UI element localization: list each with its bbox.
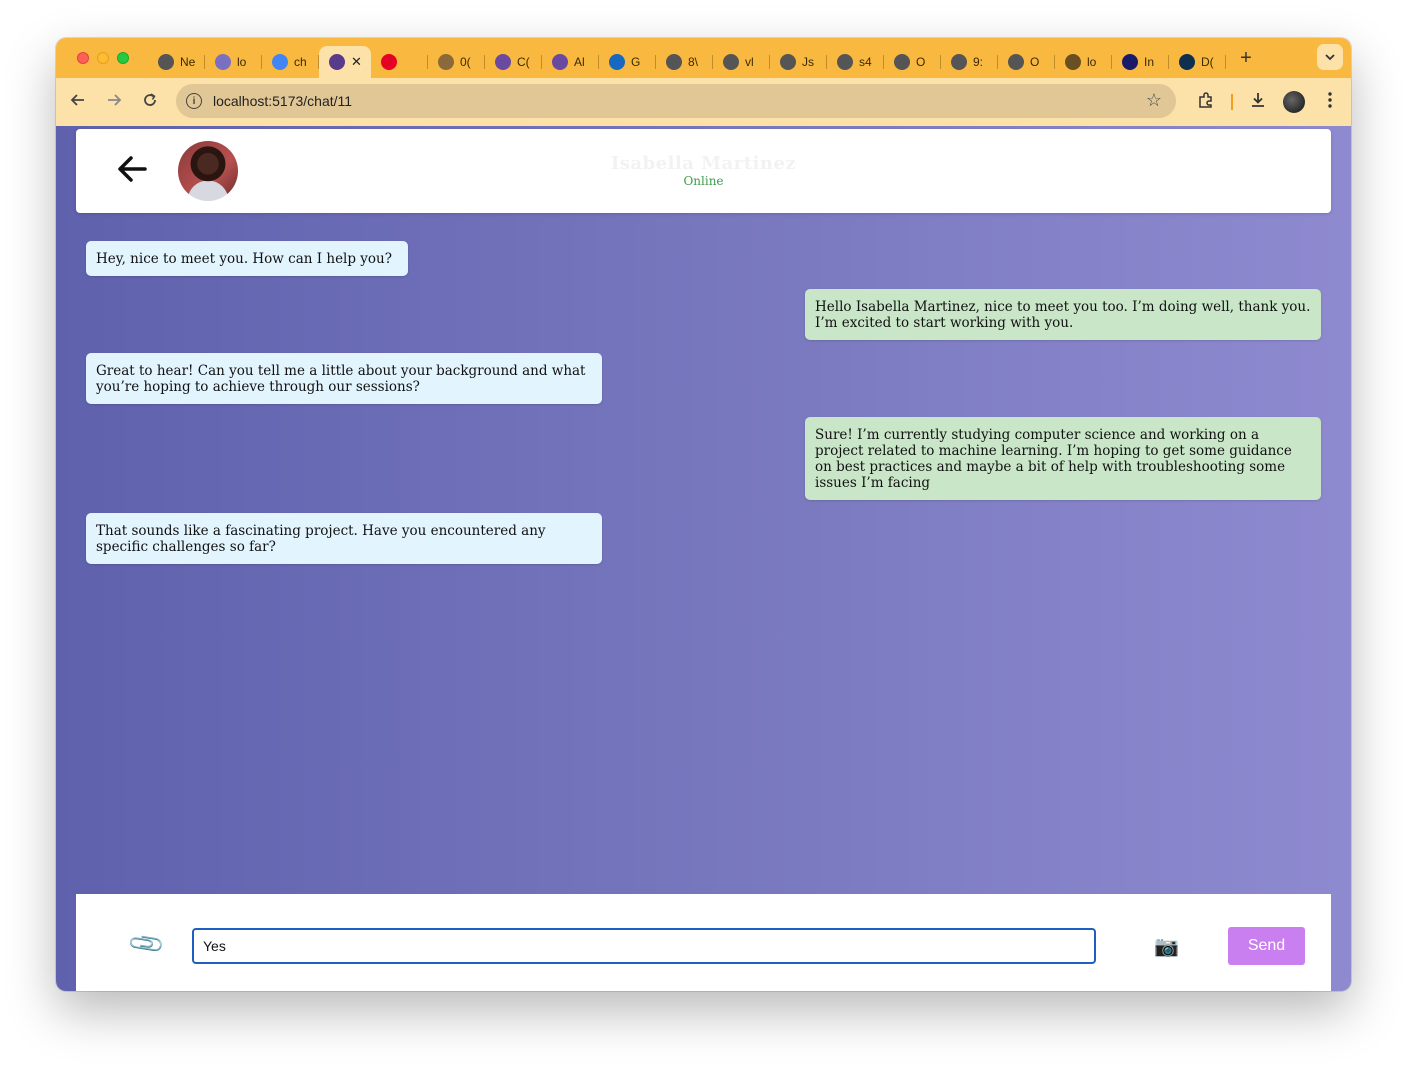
tab-title: lo	[1087, 55, 1097, 69]
browser-tab[interactable]: ✕	[319, 46, 371, 78]
google-icon	[272, 54, 288, 70]
profile-avatar[interactable]	[1283, 91, 1305, 113]
globe-icon	[951, 54, 967, 70]
target-icon	[1065, 54, 1081, 70]
browser-tab[interactable]: lo	[1055, 46, 1112, 78]
downloads-icon[interactable]	[1247, 91, 1269, 114]
tab-title: Ne	[180, 55, 196, 69]
globe-icon	[723, 54, 739, 70]
maximize-window-button[interactable]	[117, 52, 129, 64]
bookmark-star-icon[interactable]: ☆	[1146, 90, 1162, 111]
tab-title: Js	[802, 55, 814, 69]
back-button[interactable]	[60, 92, 96, 113]
browser-tab[interactable]: O	[884, 46, 941, 78]
loading-icon	[438, 54, 454, 70]
tab-title: G	[631, 55, 641, 69]
browser-tab[interactable]: In	[1112, 46, 1169, 78]
outgoing-message: Sure! I’m currently studying computer sc…	[805, 417, 1321, 500]
browser-window: Ne lo ch ✕ 0( C( Al G 8\ vl Js s4 O 9: Olo In D( + i loc…	[56, 38, 1351, 991]
tab-title: In	[1144, 55, 1155, 69]
tab-title: vl	[745, 55, 754, 69]
tab-title: ch	[294, 55, 307, 69]
tab-title: Al	[574, 55, 585, 69]
send-button[interactable]: Send	[1228, 927, 1305, 965]
arrow-left-icon	[70, 93, 84, 106]
d-icon	[1179, 54, 1195, 70]
browser-tab[interactable]: O	[998, 46, 1055, 78]
globe-icon	[894, 54, 910, 70]
message-composer: 📎 📷 Send	[76, 894, 1331, 991]
browser-tab[interactable]: vl	[713, 46, 770, 78]
contact-status: Online	[683, 174, 724, 188]
browser-tab[interactable]: Js	[770, 46, 827, 78]
url-text: localhost:5173/chat/11	[213, 93, 353, 109]
browser-tab[interactable]: Ne	[148, 46, 205, 78]
browser-toolbar: i localhost:5173/chat/11 ☆	[56, 78, 1351, 126]
tab-strip: Ne lo ch ✕ 0( C( Al G 8\ vl Js s4 O 9: Olo In D( +	[56, 38, 1351, 78]
tab-title: D(	[1201, 55, 1214, 69]
outgoing-message: Hello Isabella Martinez, nice to meet yo…	[805, 289, 1321, 340]
menu-kebab-icon[interactable]	[1319, 91, 1341, 114]
browser-tab[interactable]: lo	[205, 46, 262, 78]
vuetify-icon	[609, 54, 625, 70]
site-info-icon[interactable]: i	[186, 93, 202, 109]
incoming-message: That sounds like a fascinating project. …	[86, 513, 602, 564]
browser-tab[interactable]: C(	[485, 46, 542, 78]
camera-icon[interactable]: 📷	[1154, 934, 1179, 959]
new-tab-button[interactable]: +	[1234, 47, 1258, 70]
tab-title: 9:	[973, 55, 984, 69]
globe-icon	[837, 54, 853, 70]
window-controls	[56, 52, 148, 64]
tab-list: Ne lo ch ✕ 0( C( Al G 8\ vl Js s4 O 9: Olo In D(	[148, 38, 1226, 78]
browser-tab[interactable]: 9:	[941, 46, 998, 78]
close-tab-icon[interactable]: ✕	[351, 54, 362, 70]
browser-tab[interactable]: D(	[1169, 46, 1226, 78]
browser-tab[interactable]: s4	[827, 46, 884, 78]
browser-tab[interactable]	[371, 46, 428, 78]
toolbar-separator	[1231, 94, 1233, 110]
contact-name: Isabella Martinez	[610, 153, 797, 174]
chevron-down-icon	[1325, 54, 1335, 61]
tab-title: s4	[859, 55, 872, 69]
p-icon	[1122, 54, 1138, 70]
tab-title: O	[1030, 55, 1040, 69]
browser-tab[interactable]: ch	[262, 46, 319, 78]
globe-icon	[666, 54, 682, 70]
close-window-button[interactable]	[77, 52, 89, 64]
browser-tab[interactable]: Al	[542, 46, 599, 78]
address-bar[interactable]: i localhost:5173/chat/11 ☆	[176, 84, 1176, 118]
chat-page: Isabella Martinez Online Hey, nice to me…	[56, 126, 1351, 991]
tab-title: C(	[517, 55, 530, 69]
incoming-message: Hey, nice to meet you. How can I help yo…	[86, 241, 408, 276]
globe-icon	[1008, 54, 1024, 70]
chat-icon	[495, 54, 511, 70]
tab-title: O	[916, 55, 926, 69]
minimize-window-button[interactable]	[97, 52, 109, 64]
message-input[interactable]	[192, 928, 1096, 964]
forward-button[interactable]	[96, 92, 132, 113]
extensions-icon[interactable]	[1195, 91, 1217, 114]
globe-icon	[780, 54, 796, 70]
browser-tab[interactable]: 0(	[428, 46, 485, 78]
tab-title: 8\	[688, 55, 699, 69]
reload-button[interactable]	[132, 92, 168, 113]
chrome-icon	[158, 54, 174, 70]
lightbulb-icon	[215, 54, 231, 70]
browser-tab[interactable]: G	[599, 46, 656, 78]
app-icon	[329, 54, 345, 70]
chat-icon	[552, 54, 568, 70]
tab-title: lo	[237, 55, 247, 69]
chat-header: Isabella Martinez Online	[76, 129, 1331, 213]
pinterest-icon	[381, 54, 397, 70]
arrow-right-icon	[108, 93, 122, 106]
tab-search-button[interactable]	[1317, 44, 1343, 70]
tab-title: 0(	[460, 55, 471, 69]
browser-tab[interactable]: 8\	[656, 46, 713, 78]
toolbar-actions	[1195, 78, 1341, 126]
incoming-message: Great to hear! Can you tell me a little …	[86, 353, 602, 404]
attachment-icon[interactable]: 📎	[126, 924, 168, 965]
reload-icon	[144, 92, 156, 106]
